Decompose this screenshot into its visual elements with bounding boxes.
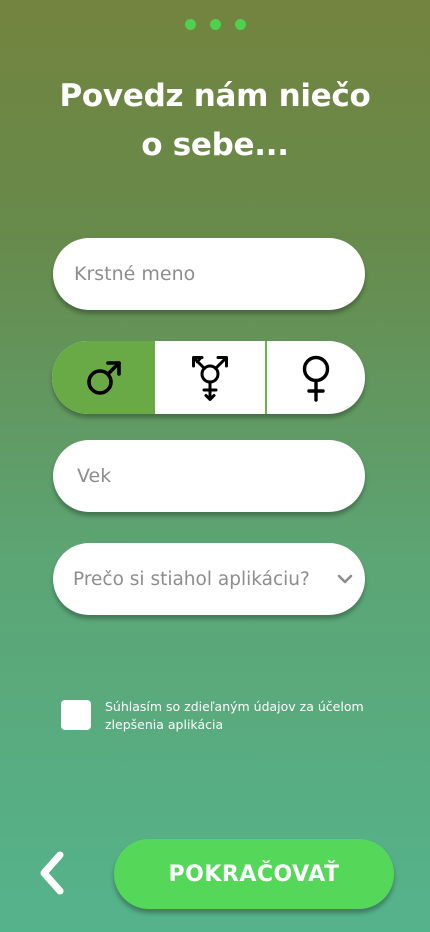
continue-button[interactable]: POKRAČOVAŤ <box>114 839 394 909</box>
consent-checkbox[interactable] <box>61 700 91 730</box>
gender-transgender-option[interactable] <box>155 341 267 414</box>
back-button[interactable] <box>32 850 72 896</box>
consent-row: Súhlasím so zdieľaným údajov za účelom z… <box>61 699 370 734</box>
progress-dot <box>209 19 221 30</box>
transgender-icon <box>192 355 228 401</box>
consent-label: Súhlasím so zdieľaným údajov za účelom z… <box>105 699 364 732</box>
age-input[interactable] <box>74 465 365 487</box>
page-title: Povedz nám niečo o sebe... <box>0 72 430 170</box>
gender-female-option[interactable] <box>267 341 365 414</box>
progress-dot <box>234 19 246 30</box>
first-name-field[interactable] <box>53 238 365 310</box>
first-name-input[interactable] <box>74 263 365 285</box>
gender-selector <box>52 341 365 414</box>
page-title-line1: Povedz nám niečo <box>59 78 371 114</box>
chevron-left-icon <box>40 851 64 895</box>
progress-dots <box>0 19 430 30</box>
male-icon <box>86 360 121 395</box>
reason-dropdown-text: Prečo si stiahol aplikáciu? <box>73 568 310 590</box>
gender-male-option[interactable] <box>52 341 155 414</box>
female-icon <box>302 355 330 402</box>
chevron-down-icon <box>337 574 353 584</box>
age-field[interactable] <box>53 440 365 512</box>
reason-dropdown[interactable]: Prečo si stiahol aplikáciu? <box>53 543 365 615</box>
progress-dot <box>184 19 196 30</box>
page-title-line2: o sebe... <box>141 127 289 163</box>
